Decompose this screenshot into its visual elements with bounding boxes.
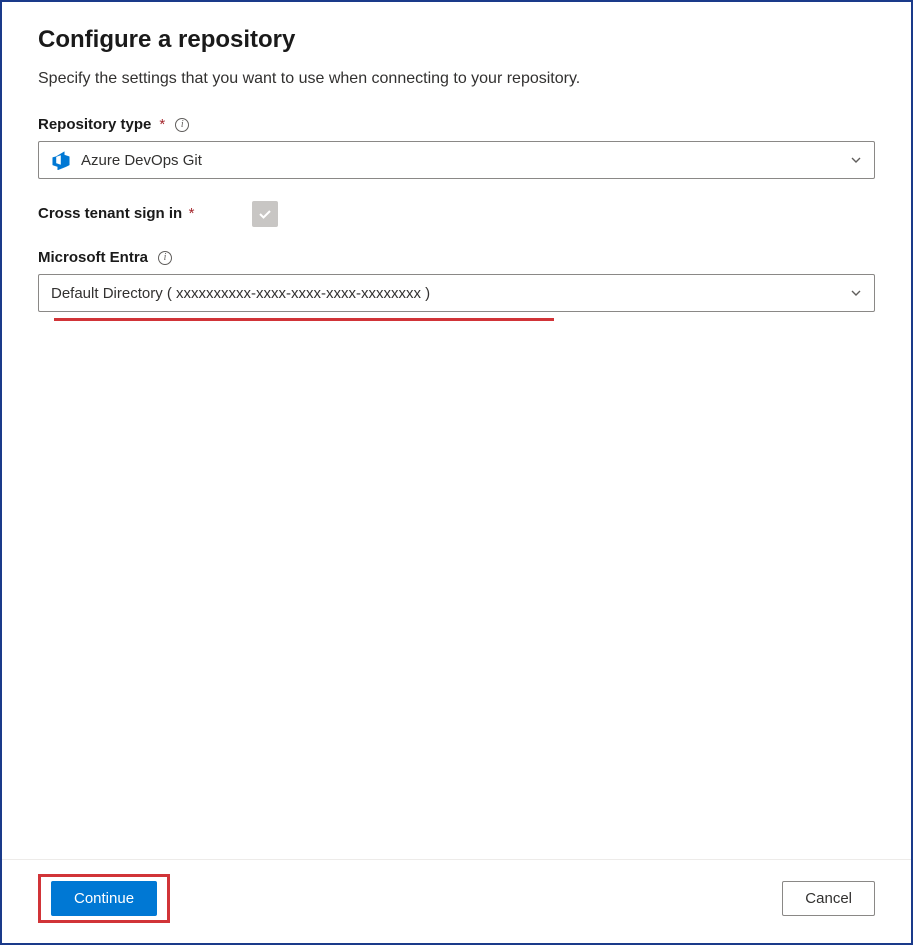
dialog-content: Configure a repository Specify the setti… bbox=[2, 2, 911, 859]
microsoft-entra-field: Microsoft Entra i Default Directory ( xx… bbox=[38, 249, 875, 321]
cross-tenant-checkbox[interactable] bbox=[252, 201, 278, 227]
repository-type-value: Azure DevOps Git bbox=[81, 152, 850, 169]
dialog-footer: Continue Cancel bbox=[2, 859, 911, 943]
required-indicator: * bbox=[159, 116, 165, 133]
chevron-down-icon bbox=[850, 287, 862, 299]
microsoft-entra-label-row: Microsoft Entra i bbox=[38, 249, 875, 266]
cross-tenant-label-wrap: Cross tenant sign in * bbox=[38, 205, 194, 223]
checkmark-icon bbox=[257, 206, 273, 222]
info-icon[interactable]: i bbox=[158, 251, 172, 265]
required-indicator: * bbox=[189, 205, 195, 222]
repository-type-label: Repository type bbox=[38, 116, 151, 133]
cancel-button[interactable]: Cancel bbox=[782, 881, 875, 916]
continue-button[interactable]: Continue bbox=[51, 881, 157, 916]
cross-tenant-field: Cross tenant sign in * bbox=[38, 201, 875, 227]
repository-type-field: Repository type * i Azure DevOps Git bbox=[38, 116, 875, 179]
page-description: Specify the settings that you want to us… bbox=[38, 70, 875, 88]
microsoft-entra-label: Microsoft Entra bbox=[38, 249, 148, 266]
repository-type-label-row: Repository type * i bbox=[38, 116, 875, 133]
chevron-down-icon bbox=[850, 154, 862, 166]
microsoft-entra-dropdown[interactable]: Default Directory ( xxxxxxxxxx-xxxx-xxxx… bbox=[38, 274, 875, 312]
highlight-box: Continue bbox=[38, 874, 170, 923]
azure-devops-icon bbox=[51, 150, 71, 170]
page-title: Configure a repository bbox=[38, 26, 875, 54]
highlight-underline bbox=[54, 318, 554, 321]
info-icon[interactable]: i bbox=[175, 118, 189, 132]
cross-tenant-label: Cross tenant sign in bbox=[38, 205, 182, 222]
repository-type-dropdown[interactable]: Azure DevOps Git bbox=[38, 141, 875, 179]
microsoft-entra-value: Default Directory ( xxxxxxxxxx-xxxx-xxxx… bbox=[51, 285, 850, 302]
